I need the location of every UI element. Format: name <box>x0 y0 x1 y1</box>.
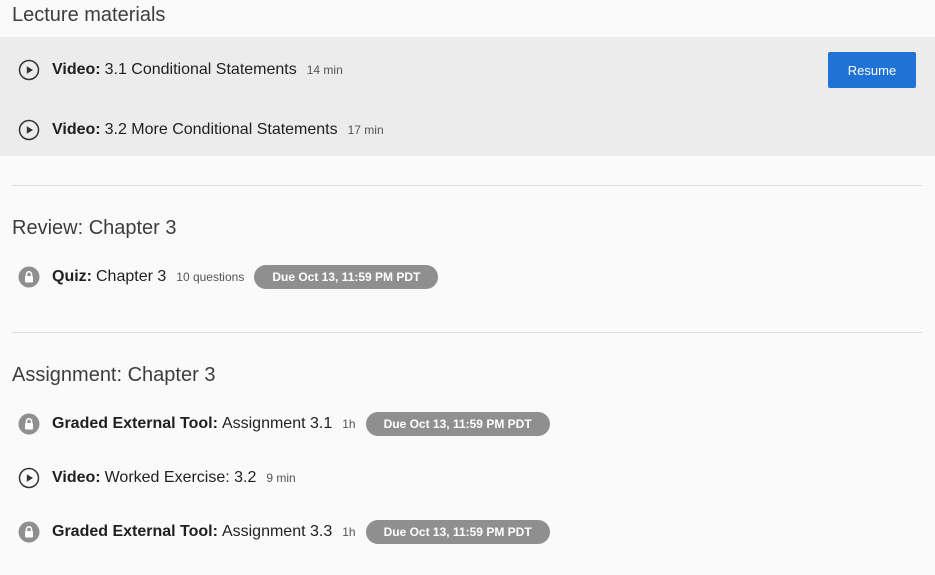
due-date-badge: Due Oct 13, 11:59 PM PDT <box>365 412 550 436</box>
item-type-label: Video: <box>52 61 101 78</box>
section-title-assignment: Assignment: Chapter 3 <box>12 364 216 386</box>
play-icon <box>18 119 40 141</box>
due-date-badge: Due Oct 13, 11:59 PM PDT <box>254 265 439 289</box>
section-title-lecture-materials: Lecture materials <box>12 4 166 26</box>
lock-icon <box>18 413 40 435</box>
list-item-worked-exercise-3-2[interactable]: Video: Worked Exercise: 3.2 9 min <box>18 466 296 490</box>
play-icon <box>18 467 40 489</box>
item-type-label: Video: <box>52 121 101 138</box>
item-duration: 17 min <box>347 123 384 137</box>
item-duration: 1h <box>342 417 356 431</box>
due-date-badge: Due Oct 13, 11:59 PM PDT <box>365 520 550 544</box>
list-item-assignment-3-3[interactable]: Graded External Tool: Assignment 3.3 1h … <box>18 520 550 544</box>
play-icon <box>18 59 40 81</box>
item-type-label: Video: <box>52 469 101 486</box>
item-title-link[interactable]: Worked Exercise: 3.2 <box>105 469 257 487</box>
item-title-link[interactable]: Assignment 3.1 <box>222 415 332 433</box>
list-item-assignment-3-1[interactable]: Graded External Tool: Assignment 3.1 1h … <box>18 412 550 436</box>
item-type-label: Graded External Tool: <box>52 415 218 432</box>
item-type-label: Quiz: <box>52 268 92 285</box>
list-item-video-3-1[interactable]: Video: 3.1 Conditional Statements 14 min <box>18 58 343 82</box>
item-title-link[interactable]: Assignment 3.3 <box>222 523 332 541</box>
course-week-page: Lecture materials Video: 3.1 Conditional… <box>0 0 935 575</box>
item-type-label: Graded External Tool: <box>52 523 218 540</box>
item-question-count: 10 questions <box>176 270 245 284</box>
section-divider <box>12 185 922 186</box>
resume-button[interactable]: Resume <box>828 52 916 88</box>
list-item-video-3-2[interactable]: Video: 3.2 More Conditional Statements 1… <box>18 118 384 142</box>
lock-icon <box>18 521 40 543</box>
item-title-link[interactable]: Chapter 3 <box>96 268 166 286</box>
section-divider <box>12 332 922 333</box>
item-duration: 1h <box>342 525 356 539</box>
list-item-quiz-chapter-3[interactable]: Quiz: Chapter 3 10 questions Due Oct 13,… <box>18 265 439 289</box>
item-title-link[interactable]: 3.2 More Conditional Statements <box>105 121 338 139</box>
item-duration: 14 min <box>306 63 343 77</box>
item-title-link[interactable]: 3.1 Conditional Statements <box>105 61 297 79</box>
section-title-review: Review: Chapter 3 <box>12 217 177 239</box>
lock-icon <box>18 266 40 288</box>
item-duration: 9 min <box>266 471 296 485</box>
